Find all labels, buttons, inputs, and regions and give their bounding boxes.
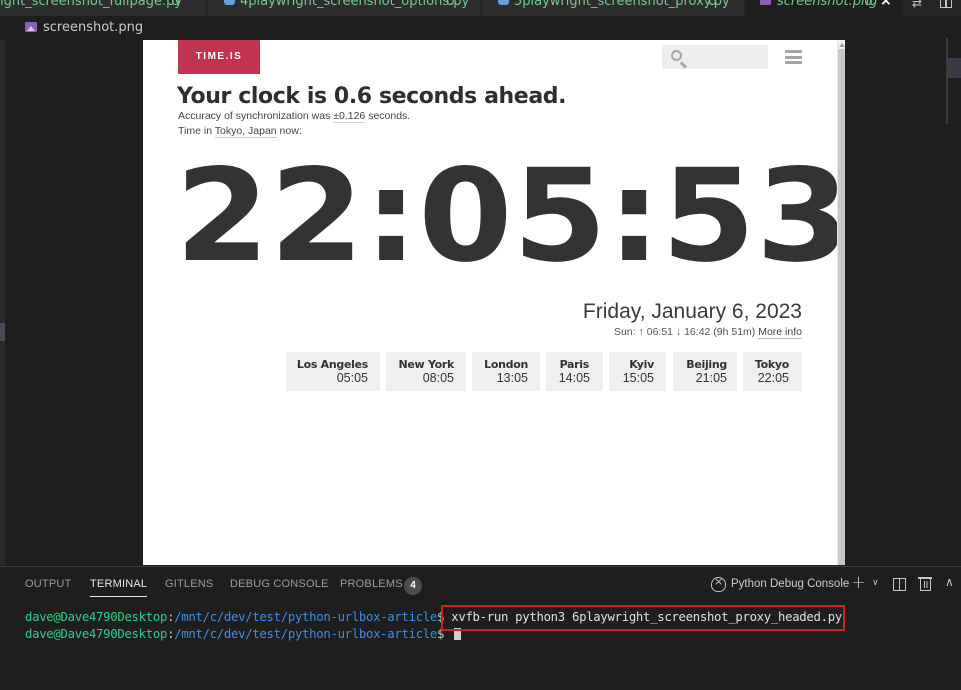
modified-indicator: U <box>864 0 873 8</box>
chevron-down-icon[interactable]: ∨ <box>872 578 879 588</box>
modified-indicator: U <box>708 0 717 8</box>
python-file-icon <box>224 0 235 5</box>
page-scrollbar <box>837 40 845 565</box>
city-clock: Tokyo 22:05 <box>743 352 802 391</box>
python-file-icon <box>498 0 509 5</box>
breadcrumb-file[interactable]: screenshot.png <box>43 20 143 35</box>
clock-status-headline: Your clock is 0.6 seconds ahead. <box>177 84 567 109</box>
city-clock: Paris 14:05 <box>546 352 603 391</box>
panel-tab-problems[interactable]: PROBLEMS <box>340 578 403 590</box>
tab-fullpage[interactable]: ight_screenshot_fullpage.py U <box>0 0 207 16</box>
city-clock: London 13:05 <box>472 352 540 391</box>
panel-tab-output[interactable]: OUTPUT <box>25 578 71 590</box>
new-terminal-icon[interactable]: + <box>851 572 866 593</box>
sync-accuracy: Accuracy of synchronization was ±0.126 s… <box>178 110 411 123</box>
terminal-scrollbar-thumb[interactable] <box>948 58 961 78</box>
maximize-panel-icon[interactable]: ∧ <box>945 575 954 589</box>
gutter-indicator <box>0 323 5 341</box>
timezone-line: Time in Tokyo, Japan now: <box>178 125 302 138</box>
command-highlight-box <box>441 605 845 631</box>
left-gutter <box>0 40 5 565</box>
tab-label: screenshot.png <box>777 0 878 9</box>
search-icon <box>671 50 682 61</box>
tab-label: 4playwright_screenshot_options.py <box>240 0 470 9</box>
problems-count-badge: 4 <box>404 577 422 595</box>
image-file-icon <box>25 22 37 32</box>
editor-actions: ⇄ <box>903 0 961 16</box>
trash-icon[interactable] <box>918 577 932 591</box>
city-clock: New York 08:05 <box>386 352 466 391</box>
big-clock: 22:05:53 <box>175 142 845 291</box>
modified-indicator: U <box>171 0 180 8</box>
tab-label: 5playwright_screenshot_proxy.py <box>514 0 730 9</box>
tab-proxy[interactable]: 5playwright_screenshot_proxy.py U <box>482 0 745 16</box>
panel-tab-gitlens[interactable]: GITLENS <box>165 578 213 590</box>
image-preview: TIME.IS Your clock is 0.6 seconds ahead.… <box>143 40 845 565</box>
city-clock: Kyiv 15:05 <box>609 352 666 391</box>
close-icon[interactable]: × <box>880 0 892 8</box>
modified-indicator: U <box>446 0 455 8</box>
hamburger-menu-icon <box>785 50 802 64</box>
editor-tab-bar: ight_screenshot_fullpage.py U 4playwrigh… <box>0 0 961 16</box>
breadcrumb <box>0 16 961 40</box>
image-file-icon <box>760 0 771 5</box>
vscode-window: ight_screenshot_fullpage.py U 4playwrigh… <box>0 0 961 690</box>
terminal-scrollbar-track <box>946 38 948 124</box>
city-clock: Beijing 21:05 <box>673 352 737 391</box>
bottom-panel: OUTPUT TERMINAL GITLENS DEBUG CONSOLE PR… <box>0 566 961 690</box>
panel-tab-terminal[interactable]: TERMINAL <box>90 578 148 597</box>
scroll-up-icon <box>839 43 845 47</box>
sun-info: Sun: ↑ 06:51 ↓ 16:42 (9h 51m) More info <box>614 326 802 339</box>
split-terminal-icon[interactable] <box>893 578 906 591</box>
tab-label: ight_screenshot_fullpage.py <box>0 0 183 9</box>
search-box <box>662 45 768 69</box>
terminal-selector[interactable]: Python Debug Console <box>731 578 849 590</box>
terminal[interactable]: dave@Dave4790Desktop:/mnt/c/dev/test/pyt… <box>0 604 945 690</box>
current-date: Friday, January 6, 2023 <box>582 300 802 323</box>
terminal-line: dave@Dave4790Desktop:/mnt/c/dev/test/pyt… <box>25 627 462 641</box>
debug-icon <box>711 575 726 592</box>
tab-options[interactable]: 4playwright_screenshot_options.py U <box>208 0 481 16</box>
panel-tab-debug-console[interactable]: DEBUG CONSOLE <box>230 578 329 590</box>
compare-changes-icon[interactable]: ⇄ <box>912 0 926 9</box>
time-is-logo: TIME.IS <box>178 40 260 74</box>
tab-screenshot-png[interactable]: screenshot.png U × <box>746 0 903 16</box>
city-clock: Los Angeles 05:05 <box>286 352 380 391</box>
split-editor-icon[interactable] <box>940 0 952 8</box>
